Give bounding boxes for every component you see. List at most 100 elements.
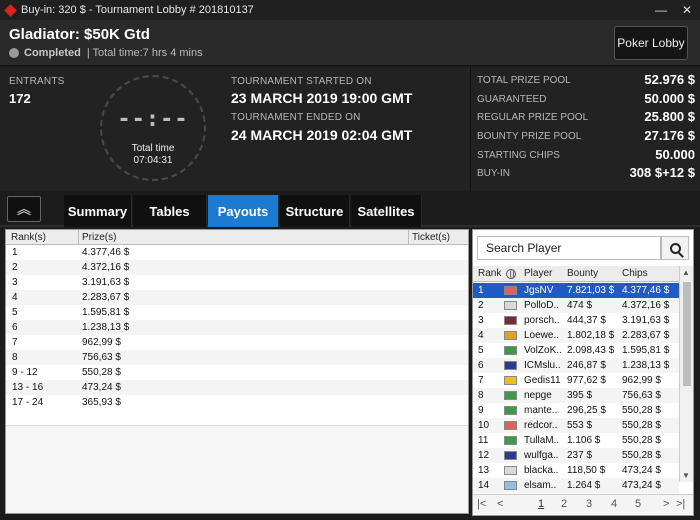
player-row[interactable]: 5 VolZoK.. 2.098,43 $ 1.595,81 $ [473, 343, 679, 358]
player-rank: 5 [478, 345, 484, 356]
first-page-button[interactable]: |< [477, 498, 486, 510]
total-time-text: | Total time:7 hrs 4 mins [86, 47, 203, 59]
player-row[interactable]: 7 Gedis11 977,62 $ 962,99 $ [473, 373, 679, 388]
country-flag-icon [504, 481, 517, 490]
prev-page-button[interactable]: < [497, 498, 503, 510]
col-prizes: Prize(s) [82, 232, 117, 243]
prize-label: BUY-IN [477, 168, 510, 179]
search-button[interactable] [661, 236, 689, 260]
player-bounty: 474 $ [567, 300, 593, 311]
player-chips: 756,63 $ [622, 390, 661, 401]
country-flag-icon [504, 316, 517, 325]
prize-cell: 473,24 $ [82, 382, 121, 393]
rank-cell: 7 [12, 337, 18, 348]
last-page-button[interactable]: >| [676, 498, 685, 510]
minimize-button[interactable]: — [648, 3, 674, 17]
player-rank: 4 [478, 330, 484, 341]
player-rank: 9 [478, 405, 484, 416]
player-row[interactable]: 1 JgsNV 7.821,03 $ 4.377,46 $ [473, 283, 679, 298]
close-button[interactable]: ✕ [674, 3, 700, 17]
col-rank[interactable]: Rank [478, 268, 501, 279]
table-row: 2 4.372,16 $ [6, 260, 468, 275]
search-player-input[interactable]: Search Player [477, 236, 661, 260]
payouts-header: Rank(s) Prize(s) Ticket(s) [6, 230, 468, 245]
prize-row: BUY-IN 308 $+12 $ [477, 165, 695, 183]
tab-payouts[interactable]: Payouts [208, 195, 279, 227]
player-rank: 3 [478, 315, 484, 326]
rank-cell: 13 - 16 [12, 382, 44, 393]
globe-icon[interactable] [506, 269, 516, 279]
table-row: 5 1.595,81 $ [6, 305, 468, 320]
rank-cell: 2 [12, 262, 18, 273]
player-row[interactable]: 3 porsch.. 444,37 $ 3.191,63 $ [473, 313, 679, 328]
player-rank: 13 [478, 465, 490, 476]
prize-row: REGULAR PRIZE POOL 25.800 $ [477, 109, 695, 127]
column-divider [78, 230, 79, 245]
player-row[interactable]: 14 elsam.. 1.264 $ 473,24 $ [473, 478, 679, 493]
tournament-lobby-window: Buy-in: 320 $ - Tournament Lobby # 20181… [0, 0, 700, 520]
player-rank: 8 [478, 390, 484, 401]
table-row: 1 4.377,46 $ [6, 245, 468, 260]
table-row: 9 - 12 550,28 $ [6, 365, 468, 380]
prize-label: GUARANTEED [477, 94, 547, 105]
player-row[interactable]: 10 redcor.. 553 $ 550,28 $ [473, 418, 679, 433]
started-value: 23 MARCH 2019 19:00 GMT [231, 90, 413, 106]
prize-value: 50.000 [655, 147, 695, 162]
prize-value: 25.800 $ [644, 109, 695, 124]
player-chips: 962,99 $ [622, 375, 661, 386]
player-chips: 550,28 $ [622, 405, 661, 416]
page-1[interactable]: 1 [538, 498, 544, 510]
poker-lobby-button[interactable]: Poker Lobby [614, 26, 688, 60]
player-row[interactable]: 4 Loewe.. 1.802,18 $ 2.283,67 $ [473, 328, 679, 343]
scroll-down-icon[interactable]: ▼ [682, 471, 690, 480]
clock-digits: --:-- [117, 107, 189, 132]
prize-cell: 962,99 $ [82, 337, 121, 348]
col-bounty[interactable]: Bounty [567, 268, 598, 279]
scroll-up-icon[interactable]: ▲ [682, 268, 690, 277]
player-bounty: 553 $ [567, 420, 593, 431]
player-name: porsch.. [524, 315, 560, 326]
page-5[interactable]: 5 [635, 498, 641, 510]
player-row[interactable]: 6 ICMslu.. 246,87 $ 1.238,13 $ [473, 358, 679, 373]
collapse-chevron-up-icon[interactable]: ︽ [7, 196, 41, 222]
player-row[interactable]: 13 blacka.. 118,50 $ 473,24 $ [473, 463, 679, 478]
rank-cell: 1 [12, 247, 18, 258]
player-name: mante.. [524, 405, 558, 416]
tab-tables[interactable]: Tables [133, 195, 207, 227]
player-chips: 473,24 $ [622, 465, 661, 476]
player-bounty: 444,37 $ [567, 315, 606, 326]
player-name: blacka.. [524, 465, 559, 476]
prize-cell: 1.595,81 $ [82, 307, 130, 318]
page-2[interactable]: 2 [561, 498, 567, 510]
entrants-value: 172 [9, 91, 31, 106]
player-row[interactable]: 2 PolloD.. 474 $ 4.372,16 $ [473, 298, 679, 313]
page-4[interactable]: 4 [611, 498, 617, 510]
player-rank: 7 [478, 375, 484, 386]
col-player[interactable]: Player [524, 268, 552, 279]
player-row[interactable]: 11 TullaM.. 1.106 $ 550,28 $ [473, 433, 679, 448]
next-page-button[interactable]: > [663, 498, 669, 510]
player-row[interactable]: 9 mante.. 296,25 $ 550,28 $ [473, 403, 679, 418]
table-row: 4 2.283,67 $ [6, 290, 468, 305]
title-bar: Buy-in: 320 $ - Tournament Lobby # 20181… [0, 0, 700, 20]
prize-cell: 550,28 $ [82, 367, 121, 378]
prize-cell: 1.238,13 $ [82, 322, 130, 333]
prize-label: BOUNTY PRIZE POOL [477, 131, 582, 142]
player-bounty: 118,50 $ [567, 465, 606, 476]
page-3[interactable]: 3 [586, 498, 592, 510]
player-row[interactable]: 12 wulfga.. 237 $ 550,28 $ [473, 448, 679, 463]
players-panel: Search Player Rank Player Bounty Chips 1… [472, 229, 694, 516]
table-row: 7 962,99 $ [6, 335, 468, 350]
player-name: redcor.. [524, 420, 558, 431]
players-scrollbar[interactable]: ▲ ▼ [679, 266, 693, 482]
tournament-clock: --:-- Total time 07:04:31 [100, 75, 206, 181]
prize-summary: TOTAL PRIZE POOL 52.976 $ GUARANTEED 50.… [470, 67, 700, 191]
prize-cell: 365,93 $ [82, 397, 121, 408]
player-row[interactable]: 8 nepge 395 $ 756,63 $ [473, 388, 679, 403]
tab-structure[interactable]: Structure [280, 195, 350, 227]
tab-summary[interactable]: Summary [64, 195, 132, 227]
scroll-thumb[interactable] [683, 282, 691, 386]
col-chips[interactable]: Chips [622, 268, 648, 279]
prize-cell: 3.191,63 $ [82, 277, 130, 288]
tab-satellites[interactable]: Satellites [351, 195, 422, 227]
